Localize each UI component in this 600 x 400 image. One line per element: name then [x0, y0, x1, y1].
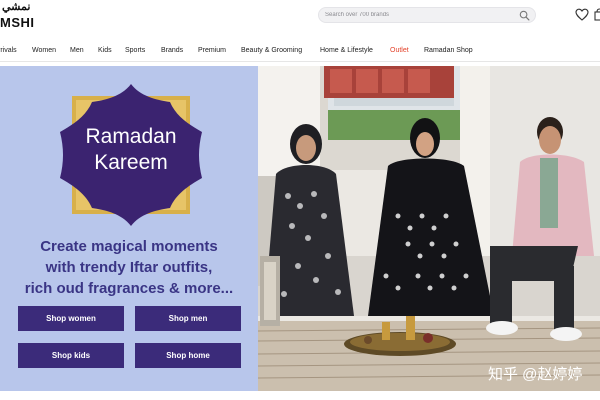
hero-copy: Create magical moments with trendy Iftar… — [8, 236, 250, 299]
hero-photo[interactable] — [258, 66, 600, 391]
wishlist-heart-icon[interactable] — [575, 8, 589, 21]
watermark-text: 知乎 @赵婷婷 — [488, 366, 583, 383]
nav-item-kids[interactable]: Kids — [98, 47, 112, 54]
nav-item-beauty-grooming[interactable]: Beauty & Grooming — [241, 47, 302, 54]
nav-item-new-arrivals[interactable]: rrivals — [0, 47, 17, 54]
shopping-bag-icon[interactable] — [594, 8, 600, 21]
nav-item-women[interactable]: Women — [32, 47, 56, 54]
badge-title: Ramadan Kareem — [52, 124, 210, 176]
shop-kids-button[interactable]: Shop kids — [18, 343, 124, 368]
search-input[interactable] — [325, 9, 515, 21]
search-icon[interactable] — [519, 10, 530, 21]
nav-item-home-lifestyle[interactable]: Home & Lifestyle — [320, 47, 373, 54]
main-nav: rrivals Women Men Kids Sports Brands Pre… — [0, 40, 600, 62]
shop-men-button[interactable]: Shop men — [135, 306, 241, 331]
logo-arabic: نمشي — [2, 1, 31, 13]
badge-line-ramadan: Ramadan — [85, 125, 177, 148]
hero-copy-line-1: Create magical moments — [40, 238, 218, 255]
nav-item-outlet[interactable]: Outlet — [390, 47, 409, 54]
badge-line-kareem: Kareem — [94, 151, 168, 174]
ramadan-family-photo — [258, 66, 600, 391]
search-bar[interactable] — [318, 7, 536, 23]
nav-item-sports[interactable]: Sports — [125, 47, 145, 54]
namshi-logo[interactable]: نمشي MSHI — [0, 2, 40, 32]
nav-item-ramadan-shop[interactable]: Ramadan Shop — [424, 47, 473, 54]
hero-copy-line-2: with trendy Iftar outfits, — [45, 259, 213, 276]
shop-women-button[interactable]: Shop women — [18, 306, 124, 331]
nav-item-brands[interactable]: Brands — [161, 47, 183, 54]
hero-copy-line-3: rich oud fragrances & more... — [24, 280, 234, 297]
nav-item-men[interactable]: Men — [70, 47, 84, 54]
shop-home-button[interactable]: Shop home — [135, 343, 241, 368]
logo-text: MSHI — [0, 15, 35, 30]
nav-item-premium[interactable]: Premium — [198, 47, 226, 54]
site-header: نمشي MSHI — [0, 0, 600, 34]
